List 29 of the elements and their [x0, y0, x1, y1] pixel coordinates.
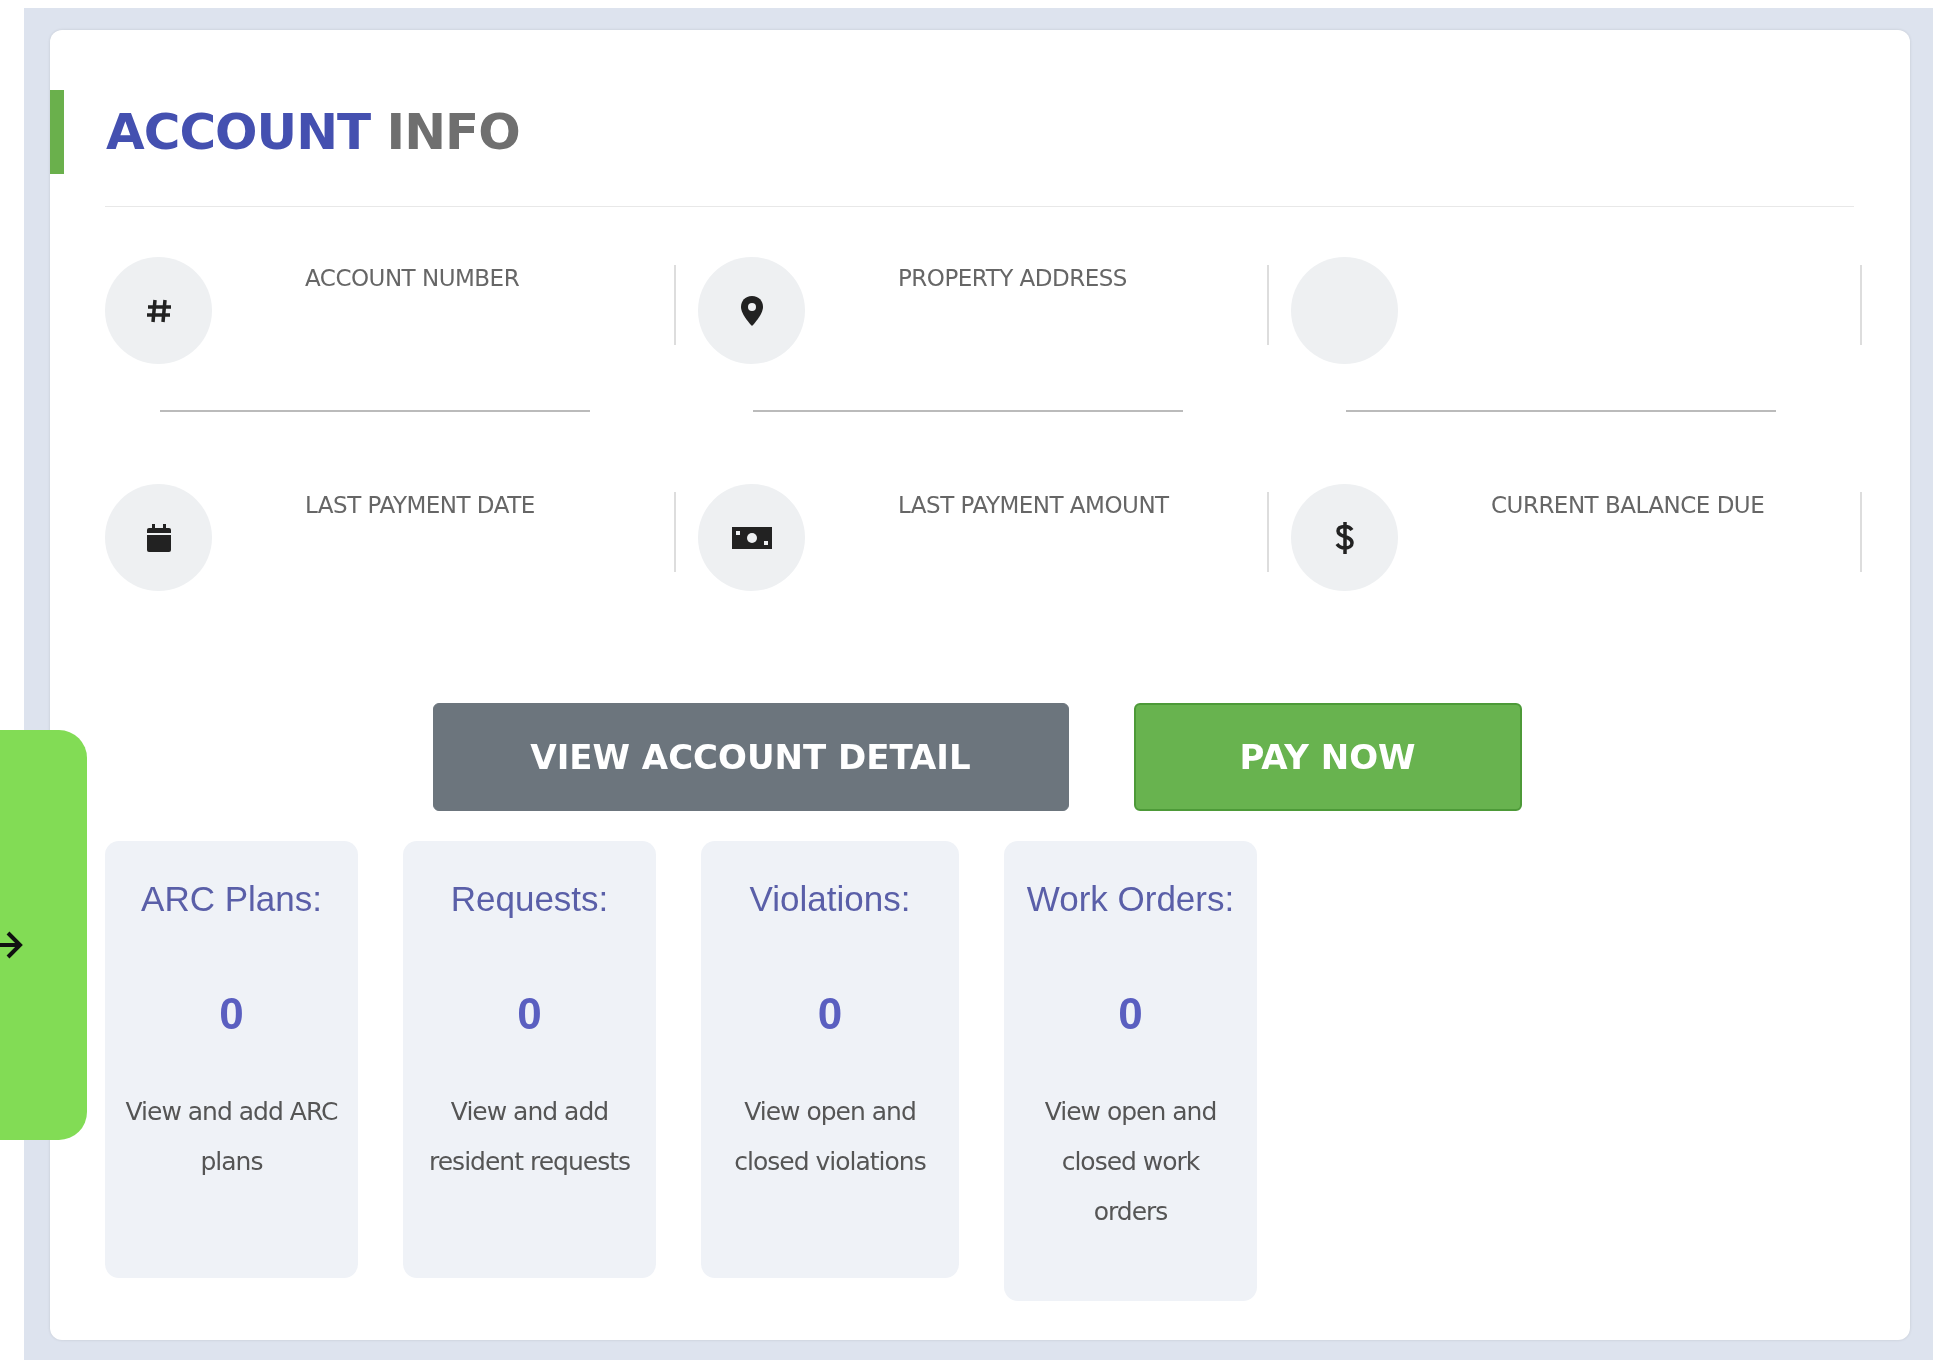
title-accent: ACCOUNT [106, 102, 371, 161]
stat-title: Work Orders: [1025, 878, 1236, 920]
field-label: PROPERTY ADDRESS [898, 264, 1127, 293]
location-pin-icon [739, 294, 764, 327]
field-label: CURRENT BALANCE DUE [1491, 491, 1765, 520]
stat-description: View and add resident requests [428, 1095, 631, 1178]
stat-card[interactable]: Work Orders: 0 View open and closed work orders [1004, 841, 1257, 1301]
dollar-icon [1333, 520, 1356, 555]
calendar-icon [144, 522, 173, 553]
title-text: INFO [386, 102, 520, 161]
stat-title: Violations: [748, 878, 912, 920]
stat-description: View open and closed violations [733, 1095, 927, 1178]
stat-count: 0 [218, 987, 245, 1040]
stat-count: 0 [516, 987, 543, 1040]
stat-card[interactable]: ARC Plans: 0 View and add ARC plans [105, 841, 358, 1278]
field-label: LAST PAYMENT DATE [305, 491, 535, 520]
detail-button[interactable]: VIEW ACCOUNT DETAIL [432, 703, 1069, 811]
banknote-icon [731, 526, 772, 549]
stat-title: ARC Plans: [140, 878, 323, 920]
stat-count: 0 [816, 987, 844, 1040]
stat-title: Requests: [449, 878, 610, 920]
stat-description: View and add ARC plans [125, 1095, 338, 1178]
stat-count: 0 [1117, 987, 1144, 1040]
field-label: ACCOUNT NUMBER [305, 264, 520, 293]
stat-card[interactable]: Requests: 0 View and add resident requests [403, 841, 656, 1278]
field-label: LAST PAYMENT AMOUNT [898, 491, 1169, 520]
stat-description: View open and closed work orders [1043, 1095, 1218, 1228]
stat-card[interactable]: Violations: 0 View open and closed violations [701, 841, 959, 1278]
side-tab[interactable] [0, 730, 87, 1140]
